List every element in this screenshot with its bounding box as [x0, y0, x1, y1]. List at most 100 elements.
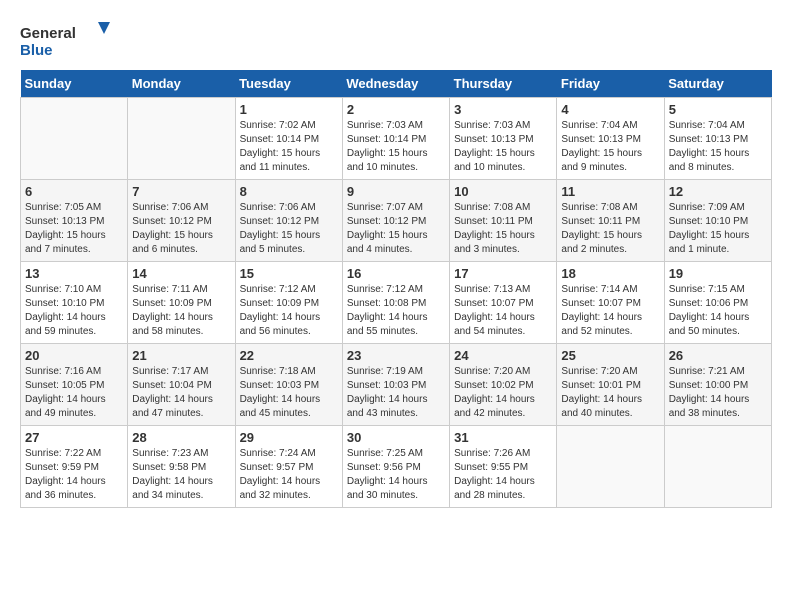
day-number: 26 [669, 348, 767, 363]
weekday-header: Sunday [21, 70, 128, 98]
day-info: Sunrise: 7:25 AMSunset: 9:56 PMDaylight:… [347, 447, 445, 503]
day-info: Sunrise: 7:11 AMSunset: 10:09 PMDaylight… [132, 283, 230, 339]
calendar-cell: 21Sunrise: 7:17 AMSunset: 10:04 PMDaylig… [128, 344, 235, 426]
day-number: 10 [454, 184, 552, 199]
calendar-cell: 24Sunrise: 7:20 AMSunset: 10:02 PMDaylig… [450, 344, 557, 426]
calendar-cell [664, 426, 771, 508]
weekday-header: Wednesday [342, 70, 449, 98]
day-number: 12 [669, 184, 767, 199]
calendar-week-row: 20 Sunrise: 7:16 AMSunset: 10:05 PMDaylig… [21, 344, 772, 426]
day-info: Sunrise: 7:24 AMSunset: 9:57 PMDaylight:… [240, 447, 338, 503]
calendar-cell: 13 Sunrise: 7:10 AMSunset: 10:10 PMDaylig… [21, 262, 128, 344]
day-number: 4 [561, 102, 659, 117]
day-info: Sunrise: 7:20 AMSunset: 10:01 PMDaylight… [561, 365, 659, 421]
calendar-cell: 10 Sunrise: 7:08 AMSunset: 10:11 PMDaylig… [450, 180, 557, 262]
calendar-cell: 15 Sunrise: 7:12 AMSunset: 10:09 PMDaylig… [235, 262, 342, 344]
logo: General Blue [20, 20, 110, 60]
day-number: 27 [25, 430, 123, 445]
weekday-header-row: SundayMondayTuesdayWednesdayThursdayFrid… [21, 70, 772, 98]
calendar-cell: 12 Sunrise: 7:09 AMSunset: 10:10 PMDaylig… [664, 180, 771, 262]
calendar-cell: 1 Sunrise: 7:02 AMSunset: 10:14 PMDayligh… [235, 98, 342, 180]
day-number: 23 [347, 348, 445, 363]
weekday-header: Friday [557, 70, 664, 98]
day-number: 8 [240, 184, 338, 199]
weekday-header: Thursday [450, 70, 557, 98]
day-number: 18 [561, 266, 659, 281]
calendar-cell: 30 Sunrise: 7:25 AMSunset: 9:56 PMDayligh… [342, 426, 449, 508]
day-number: 5 [669, 102, 767, 117]
svg-text:Blue: Blue [20, 42, 53, 59]
day-info: Sunrise: 7:15 AMSunset: 10:06 PMDaylight… [669, 283, 767, 339]
calendar-table: SundayMondayTuesdayWednesdayThursdayFrid… [20, 70, 772, 508]
day-number: 11 [561, 184, 659, 199]
day-info: Sunrise: 7:23 AMSunset: 9:58 PMDaylight:… [132, 447, 230, 503]
day-number: 29 [240, 430, 338, 445]
calendar-week-row: 13 Sunrise: 7:10 AMSunset: 10:10 PMDaylig… [21, 262, 772, 344]
day-info: Sunrise: 7:06 AMSunset: 10:12 PMDaylight… [240, 201, 338, 257]
calendar-week-row: 1 Sunrise: 7:02 AMSunset: 10:14 PMDayligh… [21, 98, 772, 180]
svg-text:General: General [20, 25, 76, 42]
day-number: 31 [454, 430, 552, 445]
calendar-cell: 26Sunrise: 7:21 AMSunset: 10:00 PMDaylig… [664, 344, 771, 426]
day-number: 1 [240, 102, 338, 117]
calendar-cell: 2Sunrise: 7:03 AMSunset: 10:14 PMDayligh… [342, 98, 449, 180]
day-info: Sunrise: 7:05 AMSunset: 10:13 PMDaylight… [25, 201, 123, 257]
day-info: Sunrise: 7:12 AMSunset: 10:08 PMDaylight… [347, 283, 445, 339]
day-number: 25 [561, 348, 659, 363]
day-info: Sunrise: 7:06 AMSunset: 10:12 PMDaylight… [132, 201, 230, 257]
calendar-cell: 20 Sunrise: 7:16 AMSunset: 10:05 PMDaylig… [21, 344, 128, 426]
calendar-cell: 23Sunrise: 7:19 AMSunset: 10:03 PMDaylig… [342, 344, 449, 426]
calendar-cell: 28 Sunrise: 7:23 AMSunset: 9:58 PMDayligh… [128, 426, 235, 508]
weekday-header: Saturday [664, 70, 771, 98]
day-number: 9 [347, 184, 445, 199]
day-number: 2 [347, 102, 445, 117]
calendar-cell [128, 98, 235, 180]
weekday-header: Tuesday [235, 70, 342, 98]
day-number: 13 [25, 266, 123, 281]
day-info: Sunrise: 7:08 AMSunset: 10:11 PMDaylight… [561, 201, 659, 257]
calendar-cell: 8 Sunrise: 7:06 AMSunset: 10:12 PMDayligh… [235, 180, 342, 262]
day-number: 20 [25, 348, 123, 363]
calendar-cell: 6Sunrise: 7:05 AMSunset: 10:13 PMDayligh… [21, 180, 128, 262]
day-info: Sunrise: 7:10 AMSunset: 10:10 PMDaylight… [25, 283, 123, 339]
day-number: 21 [132, 348, 230, 363]
day-number: 7 [132, 184, 230, 199]
calendar-cell: 27 Sunrise: 7:22 AMSunset: 9:59 PMDayligh… [21, 426, 128, 508]
calendar-cell: 11 Sunrise: 7:08 AMSunset: 10:11 PMDaylig… [557, 180, 664, 262]
day-info: Sunrise: 7:02 AMSunset: 10:14 PMDaylight… [240, 119, 338, 175]
calendar-cell: 25 Sunrise: 7:20 AMSunset: 10:01 PMDaylig… [557, 344, 664, 426]
day-number: 19 [669, 266, 767, 281]
calendar-cell: 14 Sunrise: 7:11 AMSunset: 10:09 PMDaylig… [128, 262, 235, 344]
calendar-week-row: 27 Sunrise: 7:22 AMSunset: 9:59 PMDayligh… [21, 426, 772, 508]
calendar-cell: 17 Sunrise: 7:13 AMSunset: 10:07 PMDaylig… [450, 262, 557, 344]
calendar-cell: 29 Sunrise: 7:24 AMSunset: 9:57 PMDayligh… [235, 426, 342, 508]
day-info: Sunrise: 7:26 AMSunset: 9:55 PMDaylight:… [454, 447, 552, 503]
day-info: Sunrise: 7:12 AMSunset: 10:09 PMDaylight… [240, 283, 338, 339]
calendar-week-row: 6Sunrise: 7:05 AMSunset: 10:13 PMDayligh… [21, 180, 772, 262]
day-number: 15 [240, 266, 338, 281]
day-info: Sunrise: 7:04 AMSunset: 10:13 PMDaylight… [561, 119, 659, 175]
day-number: 22 [240, 348, 338, 363]
calendar-cell [557, 426, 664, 508]
day-info: Sunrise: 7:09 AMSunset: 10:10 PMDaylight… [669, 201, 767, 257]
day-number: 14 [132, 266, 230, 281]
day-info: Sunrise: 7:16 AMSunset: 10:05 PMDaylight… [25, 365, 123, 421]
calendar-cell: 9Sunrise: 7:07 AMSunset: 10:12 PMDayligh… [342, 180, 449, 262]
page-header: General Blue [20, 20, 772, 60]
calendar-cell: 5Sunrise: 7:04 AMSunset: 10:13 PMDayligh… [664, 98, 771, 180]
day-info: Sunrise: 7:08 AMSunset: 10:11 PMDaylight… [454, 201, 552, 257]
calendar-cell: 18 Sunrise: 7:14 AMSunset: 10:07 PMDaylig… [557, 262, 664, 344]
logo-svg: General Blue [20, 20, 110, 60]
calendar-cell: 19 Sunrise: 7:15 AMSunset: 10:06 PMDaylig… [664, 262, 771, 344]
day-info: Sunrise: 7:22 AMSunset: 9:59 PMDaylight:… [25, 447, 123, 503]
day-number: 3 [454, 102, 552, 117]
day-number: 17 [454, 266, 552, 281]
calendar-cell: 31 Sunrise: 7:26 AMSunset: 9:55 PMDayligh… [450, 426, 557, 508]
day-number: 28 [132, 430, 230, 445]
day-number: 30 [347, 430, 445, 445]
day-info: Sunrise: 7:14 AMSunset: 10:07 PMDaylight… [561, 283, 659, 339]
day-info: Sunrise: 7:13 AMSunset: 10:07 PMDaylight… [454, 283, 552, 339]
day-number: 24 [454, 348, 552, 363]
calendar-cell: 4 Sunrise: 7:04 AMSunset: 10:13 PMDayligh… [557, 98, 664, 180]
calendar-cell [21, 98, 128, 180]
